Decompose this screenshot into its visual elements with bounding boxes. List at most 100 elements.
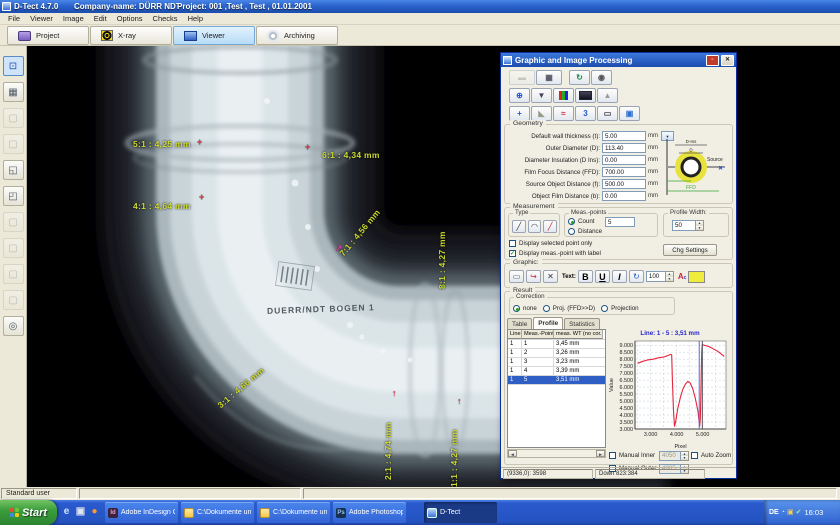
taskbar-task-2[interactable]: C:\Dokumente und Ei... [257, 502, 330, 523]
table-row[interactable]: 133,23 mm [508, 358, 605, 367]
profile-tool-button[interactable]: ≈ [553, 106, 574, 121]
display-option-0[interactable]: Display selected point only [509, 239, 601, 248]
task-label: C:\Dokumente und Ei... [273, 509, 327, 516]
clock-tray-icon[interactable]: ◔ [781, 509, 785, 517]
auto-zoom-checkbox[interactable]: Auto Zoom [691, 451, 731, 460]
viewer-mode-button[interactable]: ⊡ [3, 56, 24, 76]
relief-button[interactable]: ▲ [597, 88, 618, 103]
filter-funnel-button[interactable]: ▼ [531, 88, 552, 103]
field-input[interactable]: 113.40 [602, 143, 646, 153]
preview-search-button[interactable]: ◉ [591, 70, 612, 85]
table-row[interactable]: 143,39 mm [508, 367, 605, 376]
display-option-1[interactable]: ✓Display meas.-point with label [509, 249, 601, 258]
save-image-button[interactable]: ◰ [3, 186, 24, 206]
export-tool-button[interactable]: ▣ [619, 106, 640, 121]
correction-option-projection[interactable]: Projection [601, 304, 639, 313]
firefox-icon[interactable]: ● [88, 505, 101, 519]
redo-button[interactable]: ↪ [526, 270, 541, 283]
scroll-right-icon[interactable]: ► [596, 450, 605, 457]
save-button[interactable]: ▦ [3, 82, 24, 102]
dialog-titlebar[interactable]: Graphic and Image Processing ▫ ✕ [501, 53, 736, 67]
toolbar-project-button[interactable]: Project [7, 26, 89, 45]
field-input[interactable]: 5.00 [602, 131, 646, 141]
distance-radio[interactable]: Distance [568, 227, 602, 236]
table-row[interactable]: 113,45 mm [508, 340, 605, 349]
update-tray-icon[interactable]: ▣ [787, 509, 794, 517]
profile-width-spinner[interactable]: 50 ▴▾ [672, 220, 704, 231]
field-input[interactable]: 500.00 [602, 179, 646, 189]
spin-down-icon[interactable]: ▾ [696, 226, 703, 231]
auto-zoom-box[interactable] [691, 452, 698, 459]
field-input[interactable]: 0.00 [602, 155, 646, 165]
font-size-spinner[interactable]: 100 ▴▾ [646, 271, 674, 282]
shape-button[interactable]: ▭ [509, 270, 524, 283]
menu-edit[interactable]: Edit [89, 13, 112, 24]
count-radio[interactable]: Count [568, 217, 595, 226]
pan-button[interactable]: + [509, 106, 530, 121]
correction-option-none[interactable]: none [513, 304, 537, 313]
ie-icon[interactable]: e [60, 505, 73, 519]
table-hscrollbar[interactable]: ◄ ► [507, 449, 606, 458]
open-image-button[interactable]: ◱ [3, 160, 24, 180]
manual-inner-row[interactable]: Manual Inner4050▴▾ [609, 451, 689, 460]
tab-profile[interactable]: Profile [533, 317, 563, 329]
taskbar-task-1[interactable]: C:\Dokumente und Ei... [181, 502, 254, 523]
font-color-icon[interactable]: Ac [678, 272, 687, 281]
rgb-channels-button[interactable] [553, 88, 574, 103]
count-input[interactable]: 5 [605, 217, 635, 227]
bold-button[interactable]: B [578, 270, 593, 283]
chg-settings-button[interactable]: Chg Settings [663, 244, 717, 256]
film-positive-button[interactable]: ▦ [536, 70, 562, 85]
measurement-marker-icon: ↓ [441, 280, 446, 289]
table-row[interactable]: 153,51 mm [508, 376, 605, 385]
show-desktop-icon[interactable]: ▣ [74, 505, 87, 519]
histogram-button[interactable] [575, 88, 596, 103]
taskbar-task-0[interactable]: IdAdobe InDesign CS3 [105, 502, 178, 523]
close-icon[interactable]: ✕ [721, 55, 734, 66]
field-input[interactable]: 700.00 [602, 167, 646, 177]
arc-measure-button[interactable]: ◠ [528, 220, 542, 233]
toolbar-viewer-button[interactable]: Viewer [173, 26, 255, 45]
correction-option-projffdd[interactable]: Proj. (FFD>>D) [543, 304, 595, 313]
tab-table[interactable]: Table [507, 318, 532, 329]
italic-button[interactable]: I [612, 270, 627, 283]
dock-button[interactable]: ▫ [706, 55, 719, 66]
menu-file[interactable]: File [3, 13, 25, 24]
toolbar-archiving-button[interactable]: Archiving [256, 26, 338, 45]
color-swatch[interactable] [688, 271, 705, 283]
underline-button[interactable]: U [595, 270, 610, 283]
toolbar-xray-button[interactable]: X-ray [90, 26, 172, 45]
field-input[interactable]: 0.00 [602, 191, 646, 201]
checkbox-icon[interactable] [509, 240, 516, 247]
measurement-table[interactable]: LineMeas.-Pointmeas. WT (no cor.)113,45 … [507, 329, 606, 448]
marker-measure-button[interactable]: ╱ [543, 220, 557, 233]
scroll-left-icon[interactable]: ◄ [508, 450, 517, 457]
table-row[interactable]: 123,26 mm [508, 349, 605, 358]
target-button[interactable]: ◎ [3, 316, 24, 336]
refresh-button[interactable]: ↻ [569, 70, 590, 85]
menu-help[interactable]: Help [183, 13, 208, 24]
taskbar-task-3[interactable]: PsAdobe Photoshop CS... [333, 502, 406, 523]
delete-graphic-button[interactable]: ✕ [543, 270, 558, 283]
menu-options[interactable]: Options [112, 13, 148, 24]
menu-checks[interactable]: Checks [148, 13, 183, 24]
display-tool-button[interactable]: ▭ [597, 106, 618, 121]
checkbox-icon[interactable] [609, 452, 616, 459]
angle-tool-button[interactable]: ◣ [531, 106, 552, 121]
checkbox-icon[interactable]: ✓ [509, 250, 516, 257]
menu-image[interactable]: Image [58, 13, 89, 24]
clock[interactable]: 16:03 [804, 508, 823, 517]
start-button[interactable]: Start [0, 500, 57, 525]
numbering-tool-button[interactable]: 3 [575, 106, 596, 121]
network-tray-icon[interactable]: ✔ [796, 509, 802, 517]
language-indicator[interactable]: DE [769, 509, 779, 516]
line-measure-button[interactable]: ╱ [512, 220, 526, 233]
tab-statistics[interactable]: Statistics [564, 318, 600, 329]
rotate-text-button[interactable]: ↻ [629, 270, 644, 283]
taskbar-task-4[interactable]: D-Tect [424, 502, 497, 523]
count-radio-circle[interactable] [568, 218, 575, 225]
distance-radio-circle[interactable] [568, 228, 575, 235]
menu-viewer[interactable]: Viewer [25, 13, 58, 24]
zoom-in-button[interactable]: ⊕ [509, 88, 530, 103]
status-panel-2 [79, 488, 301, 499]
